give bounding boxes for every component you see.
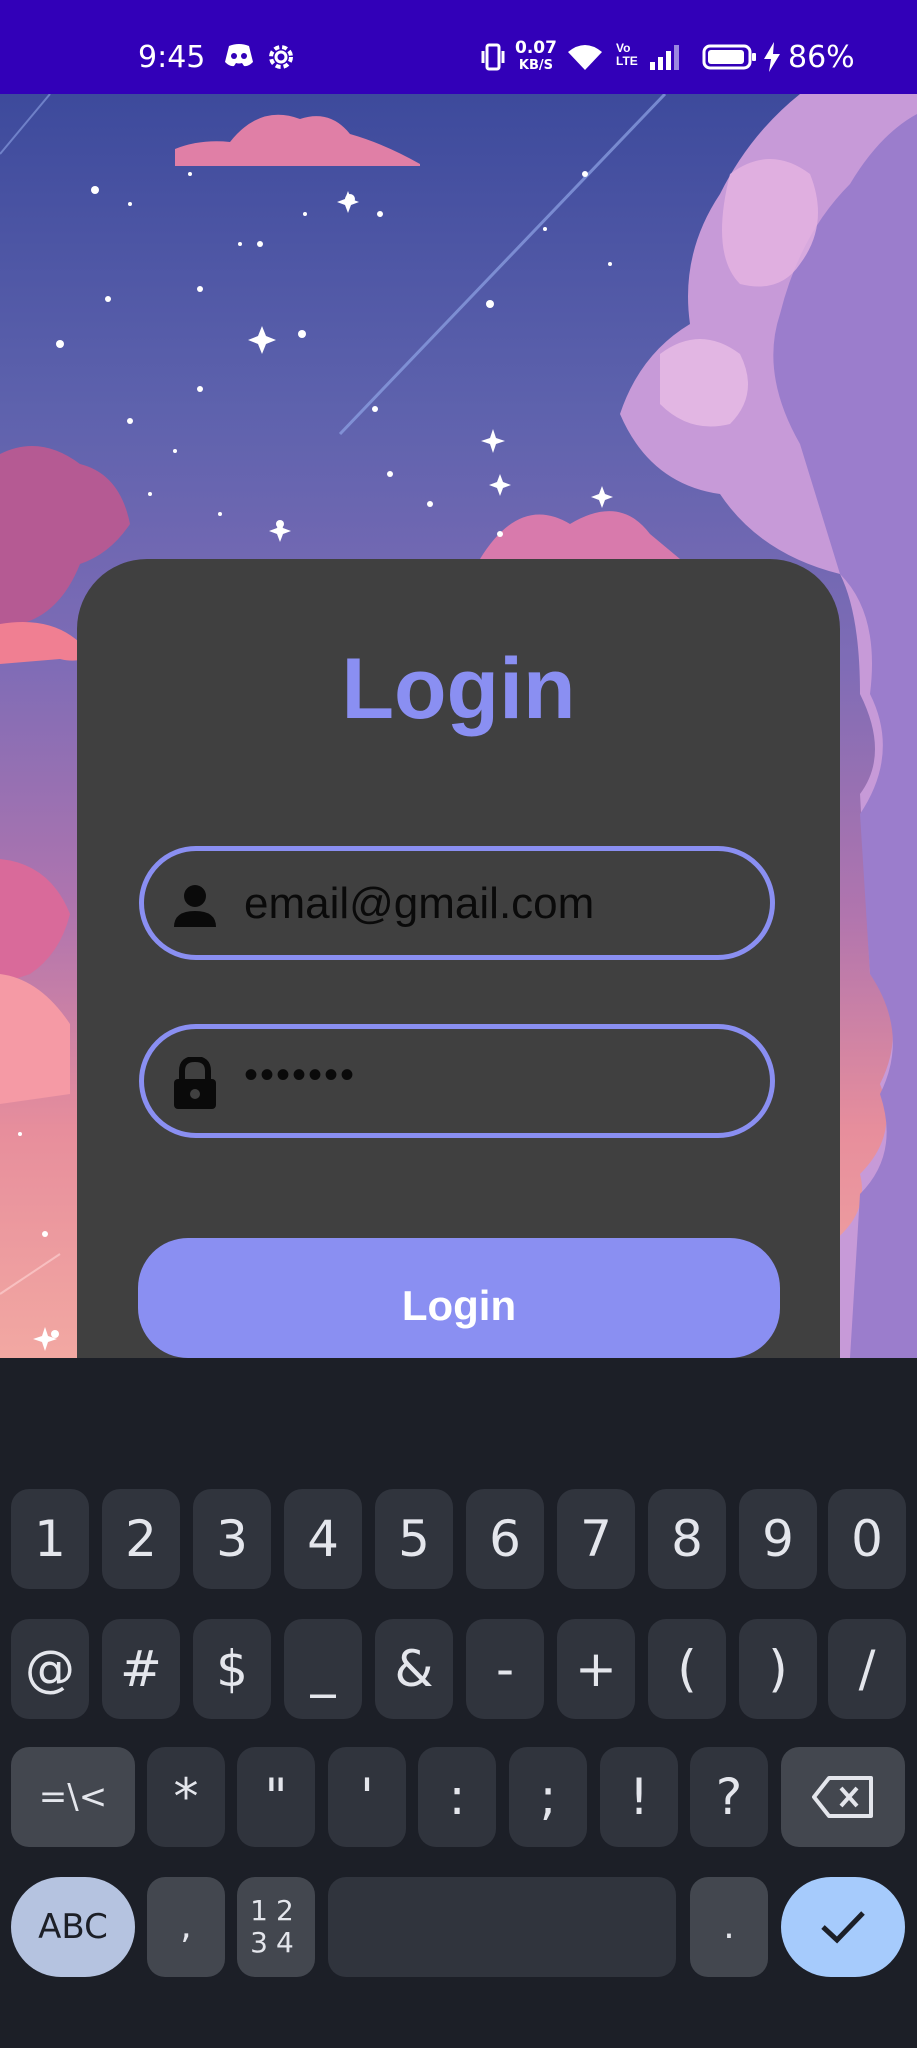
key-4[interactable]: 4	[284, 1489, 362, 1589]
key-plus[interactable]: +	[557, 1619, 635, 1719]
key-0[interactable]: 0	[828, 1489, 906, 1589]
key-9[interactable]: 9	[739, 1489, 817, 1589]
charging-icon	[762, 42, 782, 77]
key-3[interactable]: 3	[193, 1489, 271, 1589]
battery-icon	[702, 42, 758, 77]
keyboard: 1 2 3 4 5 6 7 8 9 0 @ # $ _ & - + ( ) / …	[0, 1358, 917, 2048]
key-at[interactable]: @	[11, 1619, 89, 1719]
key-2[interactable]: 2	[102, 1489, 180, 1589]
signal-icon	[650, 42, 684, 77]
key-ampersand[interactable]: &	[375, 1619, 453, 1719]
key-backspace[interactable]	[781, 1747, 905, 1847]
vibrate-icon	[480, 42, 506, 77]
key-dollar[interactable]: $	[193, 1619, 271, 1719]
key-space[interactable]	[328, 1877, 676, 1977]
key-6[interactable]: 6	[466, 1489, 544, 1589]
status-time: 9:45	[138, 40, 206, 75]
backspace-icon	[812, 1776, 873, 1818]
key-5[interactable]: 5	[375, 1489, 453, 1589]
wifi-icon	[566, 42, 604, 77]
password-field[interactable]: •••••••	[139, 1024, 775, 1138]
key-hash[interactable]: #	[102, 1619, 180, 1719]
key-close-paren[interactable]: )	[739, 1619, 817, 1719]
settings-gear-icon	[266, 42, 296, 77]
key-question[interactable]: ?	[690, 1747, 768, 1847]
key-colon[interactable]: :	[418, 1747, 496, 1847]
key-numpad[interactable]: 12 34	[237, 1877, 315, 1977]
key-open-paren[interactable]: (	[648, 1619, 726, 1719]
password-input-value: •••••••	[244, 1053, 357, 1097]
key-7[interactable]: 7	[557, 1489, 635, 1589]
status-bar: 9:45 0.07 KB/S Vo LTE 86%	[0, 0, 917, 94]
key-slash[interactable]: /	[828, 1619, 906, 1719]
key-comma[interactable]: ,	[147, 1877, 225, 1977]
volte-icon: Vo LTE	[616, 41, 638, 68]
network-speed: 0.07 KB/S	[515, 38, 557, 74]
login-button[interactable]: Login	[138, 1238, 780, 1358]
key-done[interactable]	[781, 1877, 905, 1977]
checkmark-icon	[821, 1911, 865, 1944]
key-single-quote[interactable]: '	[328, 1747, 406, 1847]
key-semicolon[interactable]: ;	[509, 1747, 587, 1847]
battery-percentage: 86%	[788, 40, 855, 75]
key-1[interactable]: 1	[11, 1489, 89, 1589]
key-8[interactable]: 8	[648, 1489, 726, 1589]
login-title: Login	[341, 641, 576, 737]
email-input-value: email@gmail.com	[244, 879, 595, 928]
key-underscore[interactable]: _	[284, 1619, 362, 1719]
email-field[interactable]: email@gmail.com	[139, 846, 775, 960]
discord-icon	[224, 42, 254, 73]
lock-icon	[172, 1055, 218, 1116]
key-exclamation[interactable]: !	[600, 1747, 678, 1847]
person-icon	[172, 883, 218, 934]
key-minus[interactable]: -	[466, 1619, 544, 1719]
key-abc[interactable]: ABC	[11, 1877, 135, 1977]
key-asterisk[interactable]: *	[147, 1747, 225, 1847]
key-period[interactable]: .	[690, 1877, 768, 1977]
key-double-quote[interactable]: "	[237, 1747, 315, 1847]
key-more-symbols[interactable]: =\<	[11, 1747, 135, 1847]
